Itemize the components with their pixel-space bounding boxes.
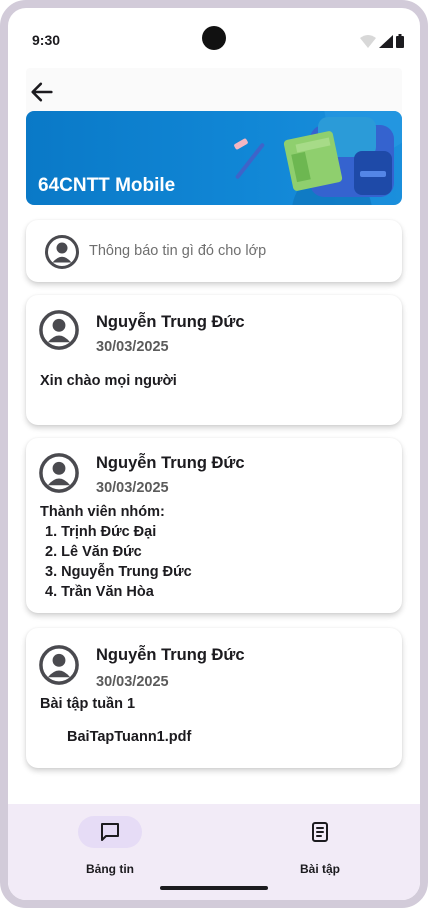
class-title: 64CNTT Mobile (38, 175, 176, 196)
active-indicator (78, 816, 142, 848)
post-text: Xin chào mọi người (40, 373, 177, 389)
status-time: 9:30 (32, 32, 61, 48)
nav-tab-bai-tap[interactable]: Bài tập (255, 804, 385, 888)
author-avatar-icon (39, 310, 79, 350)
nav-label: Bảng tin (86, 862, 134, 876)
system-icons (360, 32, 404, 48)
backpack-illustration-icon (234, 111, 402, 205)
user-avatar-icon (45, 235, 79, 269)
member-list-item: 4. Trần Văn Hòa (45, 584, 154, 600)
battery-icon (396, 34, 404, 48)
post-card[interactable]: Nguyễn Trung Đức 30/03/2025 Bài tập tuần… (26, 628, 402, 768)
class-banner: 64CNTT Mobile (26, 111, 402, 205)
nav-label: Bài tập (299, 862, 340, 876)
author-avatar-icon (39, 645, 79, 685)
wifi-icon (360, 35, 376, 48)
post-card[interactable]: Nguyễn Trung Đức 30/03/2025 Xin chào mọi… (26, 295, 402, 425)
bottom-navigation: Bảng tin Bài tập (8, 804, 420, 900)
message-square-icon (101, 823, 119, 841)
post-date: 30/03/2025 (96, 674, 169, 690)
author-avatar-icon (39, 453, 79, 493)
attachment-link[interactable]: BaiTapTuann1.pdf (67, 729, 191, 745)
nav-icon-holder (288, 816, 352, 848)
top-app-bar (26, 68, 402, 116)
member-list-item: 3. Nguyễn Trung Đức (45, 564, 192, 580)
member-list-item: 1. Trịnh Đức Đại (45, 524, 157, 540)
phone-screen: 9:30 64CNTT Mobile Thông báo tin gì đó c… (0, 0, 428, 908)
camera-cutout (202, 26, 226, 50)
member-list-item: 2. Lê Văn Đức (45, 544, 142, 560)
post-date: 30/03/2025 (96, 480, 169, 496)
document-icon (312, 822, 328, 842)
post-author: Nguyễn Trung Đức (96, 313, 245, 331)
composer-placeholder: Thông báo tin gì đó cho lớp (89, 243, 267, 259)
status-bar: 9:30 (8, 8, 420, 64)
post-author: Nguyễn Trung Đức (96, 646, 245, 664)
post-date: 30/03/2025 (96, 339, 169, 355)
back-arrow-icon[interactable] (28, 78, 56, 106)
post-card[interactable]: Nguyễn Trung Đức 30/03/2025 Thành viên n… (26, 438, 402, 613)
announcement-composer[interactable]: Thông báo tin gì đó cho lớp (26, 220, 402, 282)
post-text: Bài tập tuần 1 (40, 696, 136, 712)
post-text: Thành viên nhóm: (40, 504, 165, 520)
post-author: Nguyễn Trung Đức (96, 454, 245, 472)
home-indicator (160, 886, 268, 890)
nav-tab-bang-tin[interactable]: Bảng tin (45, 804, 175, 888)
member-list: 1. Trịnh Đức Đại 2. Lê Văn Đức 3. Nguyễn… (40, 522, 192, 602)
post-content: Thành viên nhóm: 1. Trịnh Đức Đại 2. Lê … (40, 502, 192, 602)
signal-icon (379, 35, 393, 48)
